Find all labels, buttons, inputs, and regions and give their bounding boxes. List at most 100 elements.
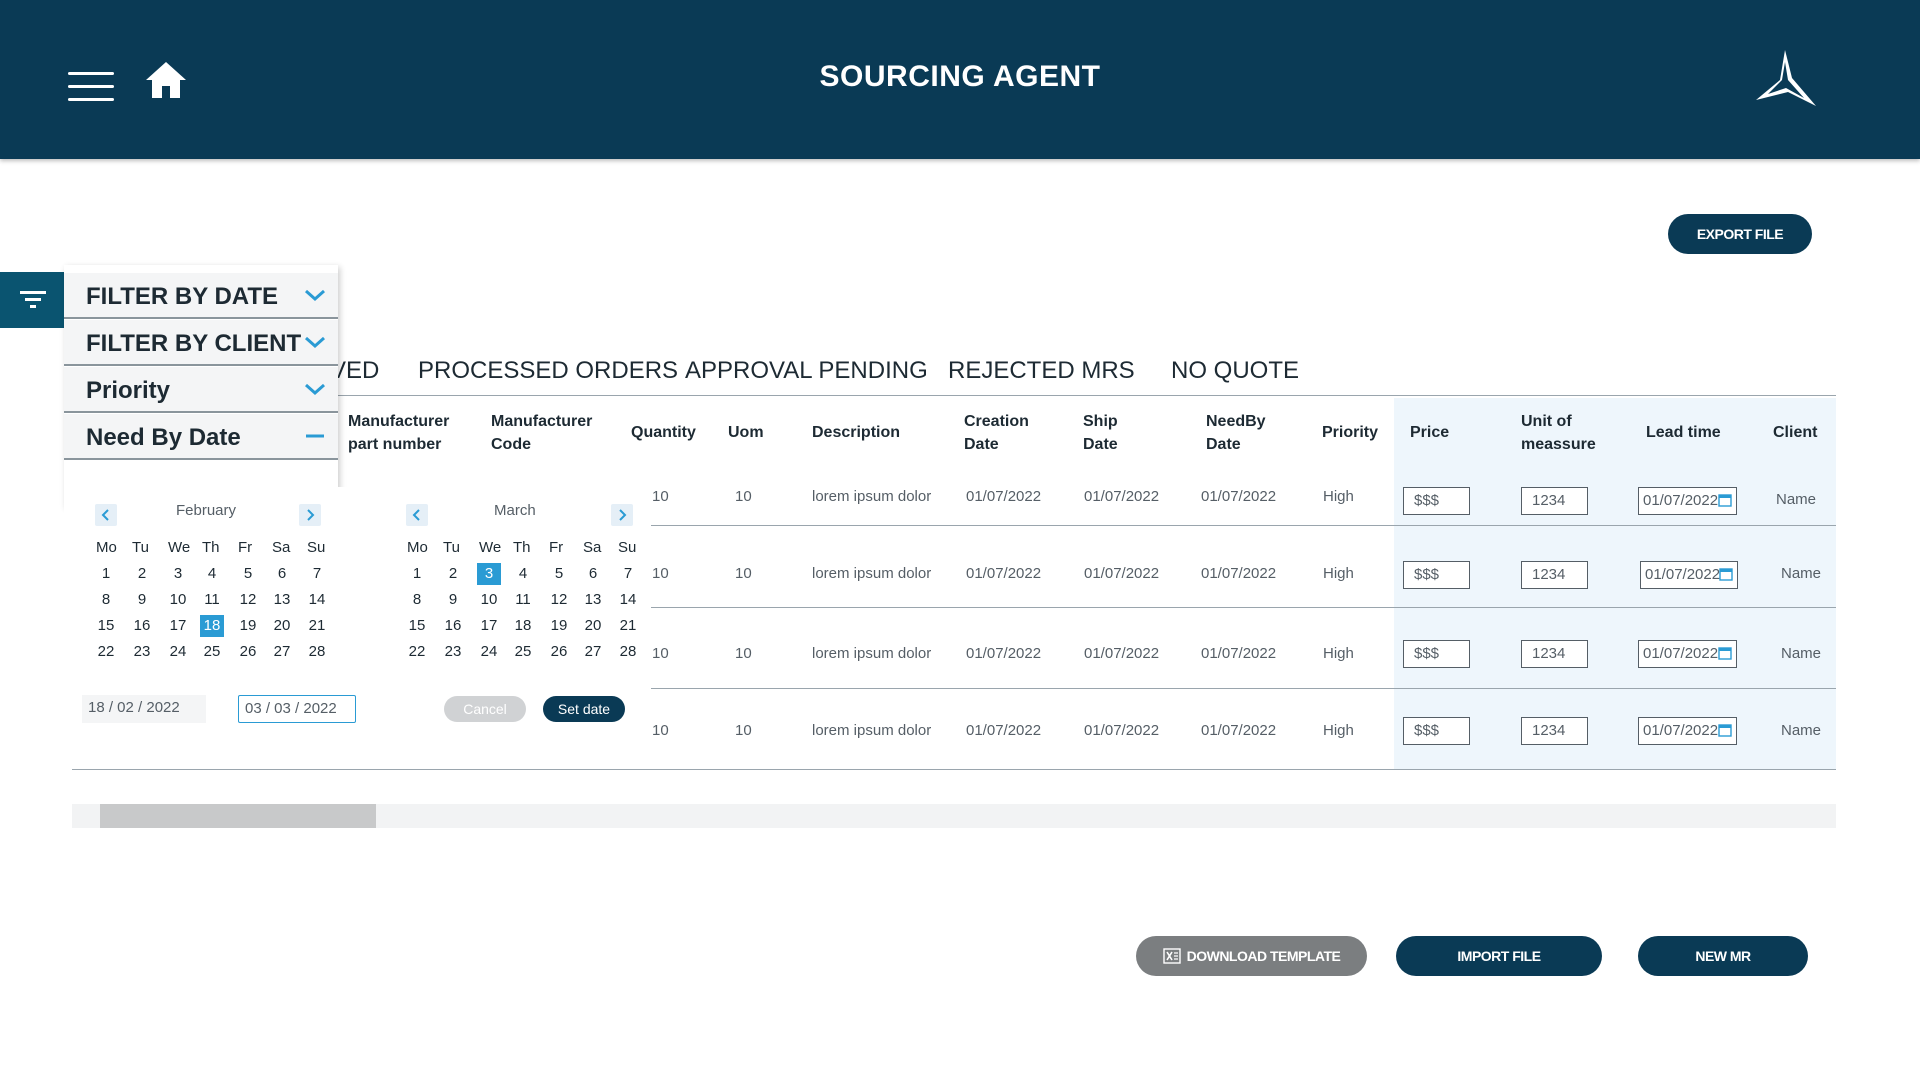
set-date-button[interactable]: Set date [543,696,625,722]
tab-rejected-mrs[interactable]: REJECTED MRS [948,357,1135,385]
calendar-day[interactable]: 26 [236,641,260,663]
calendar-day[interactable]: 6 [270,563,294,585]
calendar-day[interactable]: 13 [581,589,605,611]
prev-month-button[interactable] [95,504,117,526]
calendar-day[interactable]: 28 [305,641,329,663]
next-month-button[interactable] [611,504,633,526]
unit-input[interactable]: 1234 [1521,717,1588,745]
calendar-day[interactable]: 19 [547,615,571,637]
download-template-button[interactable]: DOWNLOAD TEMPLATE [1136,936,1367,976]
filter-by-date[interactable]: FILTER BY DATE [64,273,338,319]
calendar-day[interactable]: 16 [441,615,465,637]
export-file-button[interactable]: EXPORT FILE [1668,214,1812,254]
lead-time-input[interactable]: 01/07/2022 [1638,717,1737,745]
calendar-day[interactable]: 23 [441,641,465,663]
unit-input[interactable]: 1234 [1521,561,1588,589]
col-priority[interactable]: Priority [1322,421,1378,444]
calendar-day[interactable]: 20 [581,615,605,637]
calendar-day[interactable]: 7 [305,563,329,585]
lead-time-input[interactable]: 01/07/2022 [1638,640,1737,668]
calendar-day[interactable]: 15 [94,615,118,637]
calendar-day[interactable]: 5 [547,563,571,585]
calendar-day[interactable]: 27 [581,641,605,663]
calendar-day[interactable]: 17 [477,615,501,637]
col-uom[interactable]: Uom [728,421,764,444]
calendar-day[interactable]: 8 [405,589,429,611]
calendar-day[interactable]: 12 [547,589,571,611]
scrollbar-thumb[interactable] [100,804,376,828]
calendar-day[interactable]: 18 [511,615,535,637]
lead-time-input[interactable]: 01/07/2022 [1640,561,1738,589]
calendar-day[interactable]: 20 [270,615,294,637]
calendar-day[interactable]: 28 [616,641,640,663]
calendar-day[interactable]: 3 [166,563,190,585]
calendar-day[interactable]: 15 [405,615,429,637]
calendar-day[interactable]: 14 [616,589,640,611]
filter-need-by-date[interactable]: Need By Date [64,414,338,460]
col-price[interactable]: Price [1410,421,1449,444]
calendar-icon[interactable] [1719,567,1733,581]
calendar-day[interactable]: 8 [94,589,118,611]
unit-input[interactable]: 1234 [1521,640,1588,668]
calendar-day[interactable]: 17 [166,615,190,637]
calendar-day[interactable]: 19 [236,615,260,637]
calendar-day[interactable]: 4 [511,563,535,585]
calendar-day[interactable]: 4 [200,563,224,585]
calendar-icon[interactable] [1718,723,1732,737]
col-creation-date[interactable]: Creation Date [964,410,1029,456]
calendar-day[interactable]: 22 [94,641,118,663]
calendar-day[interactable]: 23 [130,641,154,663]
col-needby-date[interactable]: NeedBy Date [1206,410,1266,456]
col-quantity[interactable]: Quantity [631,421,696,444]
calendar-day[interactable]: 21 [616,615,640,637]
start-date-field[interactable]: 18 / 02 / 2022 [82,695,206,723]
calendar-day[interactable]: 9 [130,589,154,611]
tab-no-quote[interactable]: NO QUOTE [1171,357,1299,385]
calendar-day[interactable]: 11 [200,589,224,611]
calendar-day[interactable]: 2 [441,563,465,585]
unit-input[interactable]: 1234 [1521,487,1588,515]
import-file-button[interactable]: IMPORT FILE [1396,936,1602,976]
col-ship-date[interactable]: Ship Date [1083,410,1118,456]
calendar-day[interactable]: 5 [236,563,260,585]
calendar-day[interactable]: 13 [270,589,294,611]
calendar-day[interactable]: 22 [405,641,429,663]
filter-by-client[interactable]: FILTER BY CLIENT [64,320,338,366]
calendar-icon[interactable] [1718,493,1732,507]
calendar-day[interactable]: 1 [405,563,429,585]
calendar-day[interactable]: 9 [441,589,465,611]
calendar-day[interactable]: 24 [166,641,190,663]
calendar-day[interactable]: 1 [94,563,118,585]
calendar-day[interactable]: 10 [166,589,190,611]
calendar-day[interactable]: 11 [511,589,535,611]
col-description[interactable]: Description [812,421,900,444]
prev-month-button[interactable] [406,504,428,526]
col-client[interactable]: Client [1773,421,1817,444]
price-input[interactable]: $$$ [1403,487,1470,515]
price-input[interactable]: $$$ [1403,561,1470,589]
new-mr-button[interactable]: NEW MR [1638,936,1808,976]
calendar-day[interactable]: 2 [130,563,154,585]
cancel-button[interactable]: Cancel [444,696,526,722]
calendar-day[interactable]: 10 [477,589,501,611]
calendar-day[interactable]: 16 [130,615,154,637]
calendar-day[interactable]: 27 [270,641,294,663]
tab-processed-orders[interactable]: PROCESSED ORDERS [418,357,678,385]
calendar-day[interactable]: 26 [547,641,571,663]
calendar-icon[interactable] [1718,646,1732,660]
selected-day[interactable]: 18 [200,615,224,637]
tab-approval-pending[interactable]: APPROVAL PENDING [685,357,928,385]
price-input[interactable]: $$$ [1403,717,1470,745]
calendar-day[interactable]: 12 [236,589,260,611]
selected-day[interactable]: 3 [477,563,501,585]
calendar-day[interactable]: 7 [616,563,640,585]
lead-time-input[interactable]: 01/07/2022 [1638,487,1737,515]
col-unit-of-measure[interactable]: Unit of meassure [1521,410,1596,456]
calendar-day[interactable]: 24 [477,641,501,663]
calendar-day[interactable]: 6 [581,563,605,585]
filter-priority[interactable]: Priority [64,367,338,413]
calendar-day[interactable]: 25 [200,641,224,663]
col-lead-time[interactable]: Lead time [1646,421,1721,444]
col-manufacturer-code[interactable]: Manufacturer Code [491,410,592,456]
next-month-button[interactable] [299,504,321,526]
